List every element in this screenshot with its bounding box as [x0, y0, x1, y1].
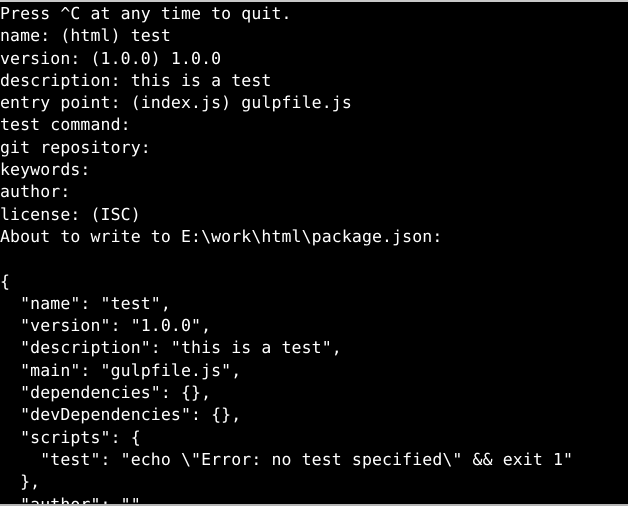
- terminal-line-about-to-write: About to write to E:\work\html\package.j…: [0, 225, 628, 249]
- terminal-line-prompt-license: license: (ISC): [0, 203, 628, 226]
- terminal-line-json-open-brace: {: [0, 270, 628, 293]
- terminal-line-json-scripts-test: "test": "echo \"Error: no test specified…: [0, 448, 628, 472]
- terminal-line-json-dependencies: "dependencies": {},: [0, 382, 628, 405]
- terminal-line-prompt-name: name: (html) test: [0, 25, 628, 48]
- terminal-line-json-name: "name": "test",: [0, 292, 628, 316]
- terminal-line-prompt-author: author:: [0, 181, 628, 204]
- terminal-line-prompt-test-command: test command:: [0, 114, 628, 137]
- terminal-window[interactable]: Press ^C at any time to quit. name: (html…: [0, 0, 628, 506]
- terminal-line-json-version: "version": "1.0.0",: [0, 315, 628, 338]
- terminal-line-prompt-description: description: this is a test: [0, 69, 628, 93]
- terminal-line-prompt-version: version: (1.0.0) 1.0.0: [0, 47, 628, 70]
- terminal-output-area[interactable]: Press ^C at any time to quit. name: (html…: [0, 2, 628, 504]
- terminal-line-press-quit: Press ^C at any time to quit.: [0, 3, 628, 26]
- terminal-line-json-scripts-open: "scripts": {: [0, 426, 628, 449]
- terminal-line-prompt-keywords: keywords:: [0, 159, 628, 182]
- terminal-line-json-devdependencies: "devDependencies": {},: [0, 404, 628, 427]
- terminal-line-prompt-entry-point: entry point: (index.js) gulpfile.js: [0, 92, 628, 115]
- terminal-line-json-main: "main": "gulpfile.js",: [0, 359, 628, 383]
- terminal-line-prompt-git-repository: git repository:: [0, 136, 628, 160]
- terminal-line-json-author: "author": "",: [0, 493, 628, 504]
- terminal-line-json-scripts-close: },: [0, 471, 628, 494]
- terminal-line-json-description: "description": "this is a test",: [0, 337, 628, 360]
- terminal-line-spacer-1: [0, 248, 628, 271]
